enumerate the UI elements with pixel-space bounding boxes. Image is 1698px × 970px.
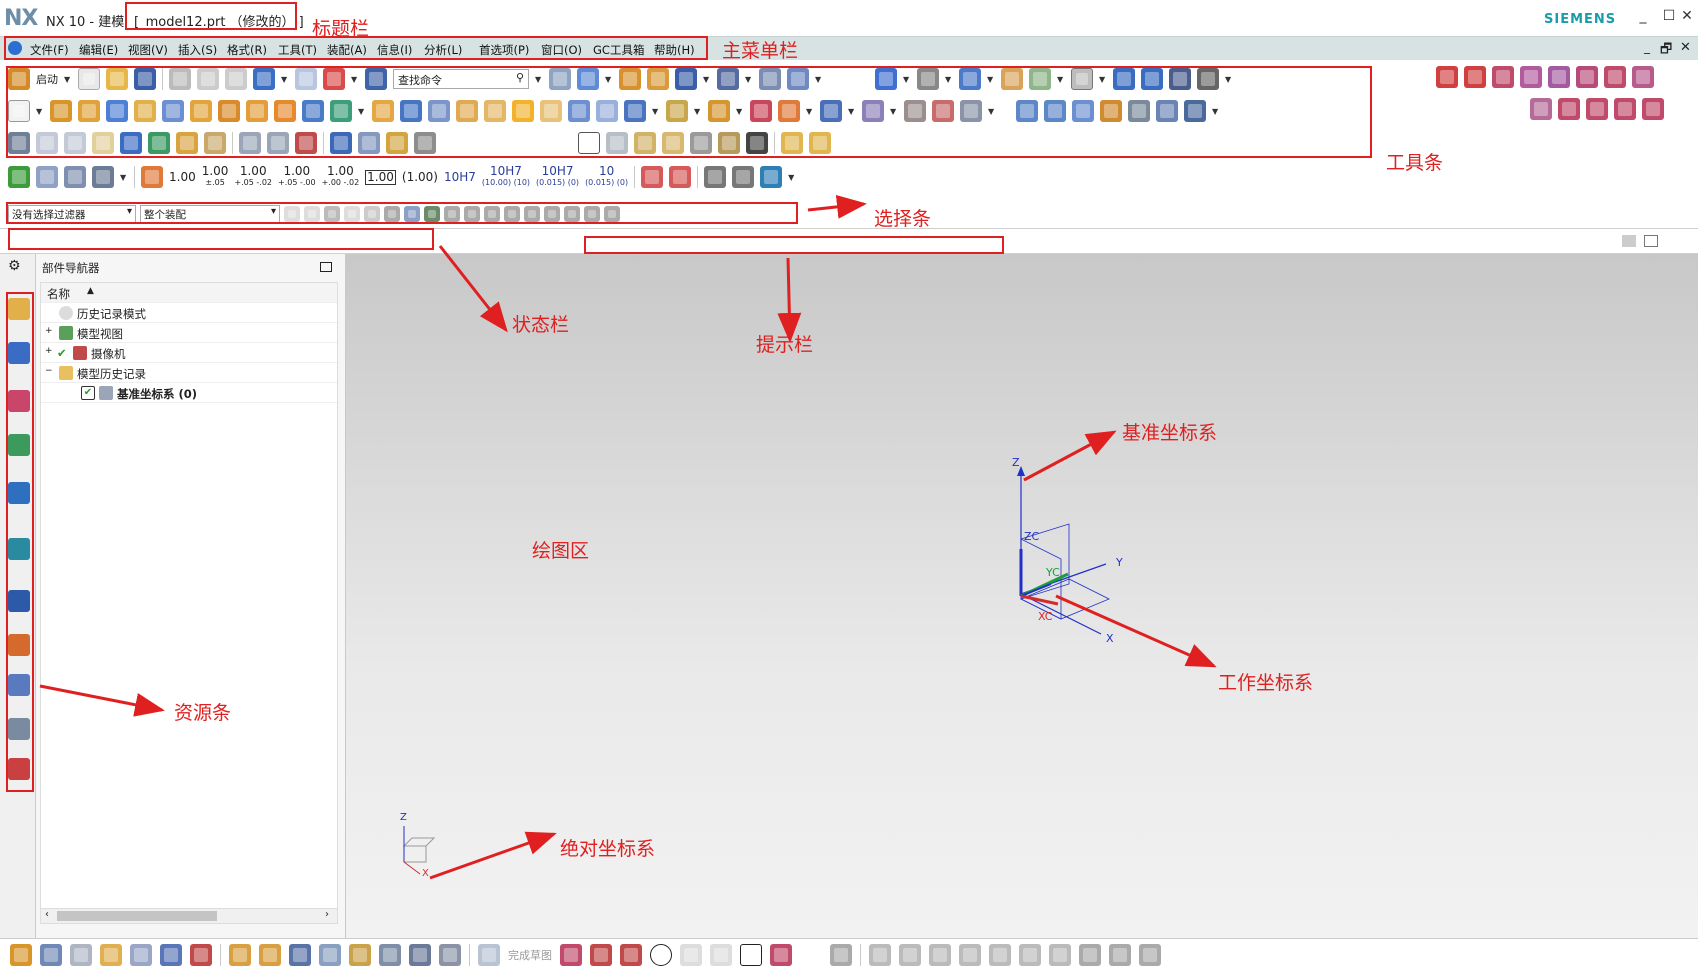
arrow-cue-line: [777, 257, 802, 343]
annotation-arrows: [39, 194, 1217, 880]
arrow-work-csys: [1055, 594, 1217, 668]
arrow-selection-bar: [807, 194, 867, 219]
arrow-resource-bar: [39, 684, 165, 717]
arrow-absolute-csys: [429, 831, 557, 880]
nx-window: NX NX 10 - 建模 [_model12.prt （修改的） ] SIEM…: [0, 0, 1698, 970]
arrow-datum-csys: [1023, 430, 1117, 482]
arrow-status-bar: [438, 245, 508, 333]
